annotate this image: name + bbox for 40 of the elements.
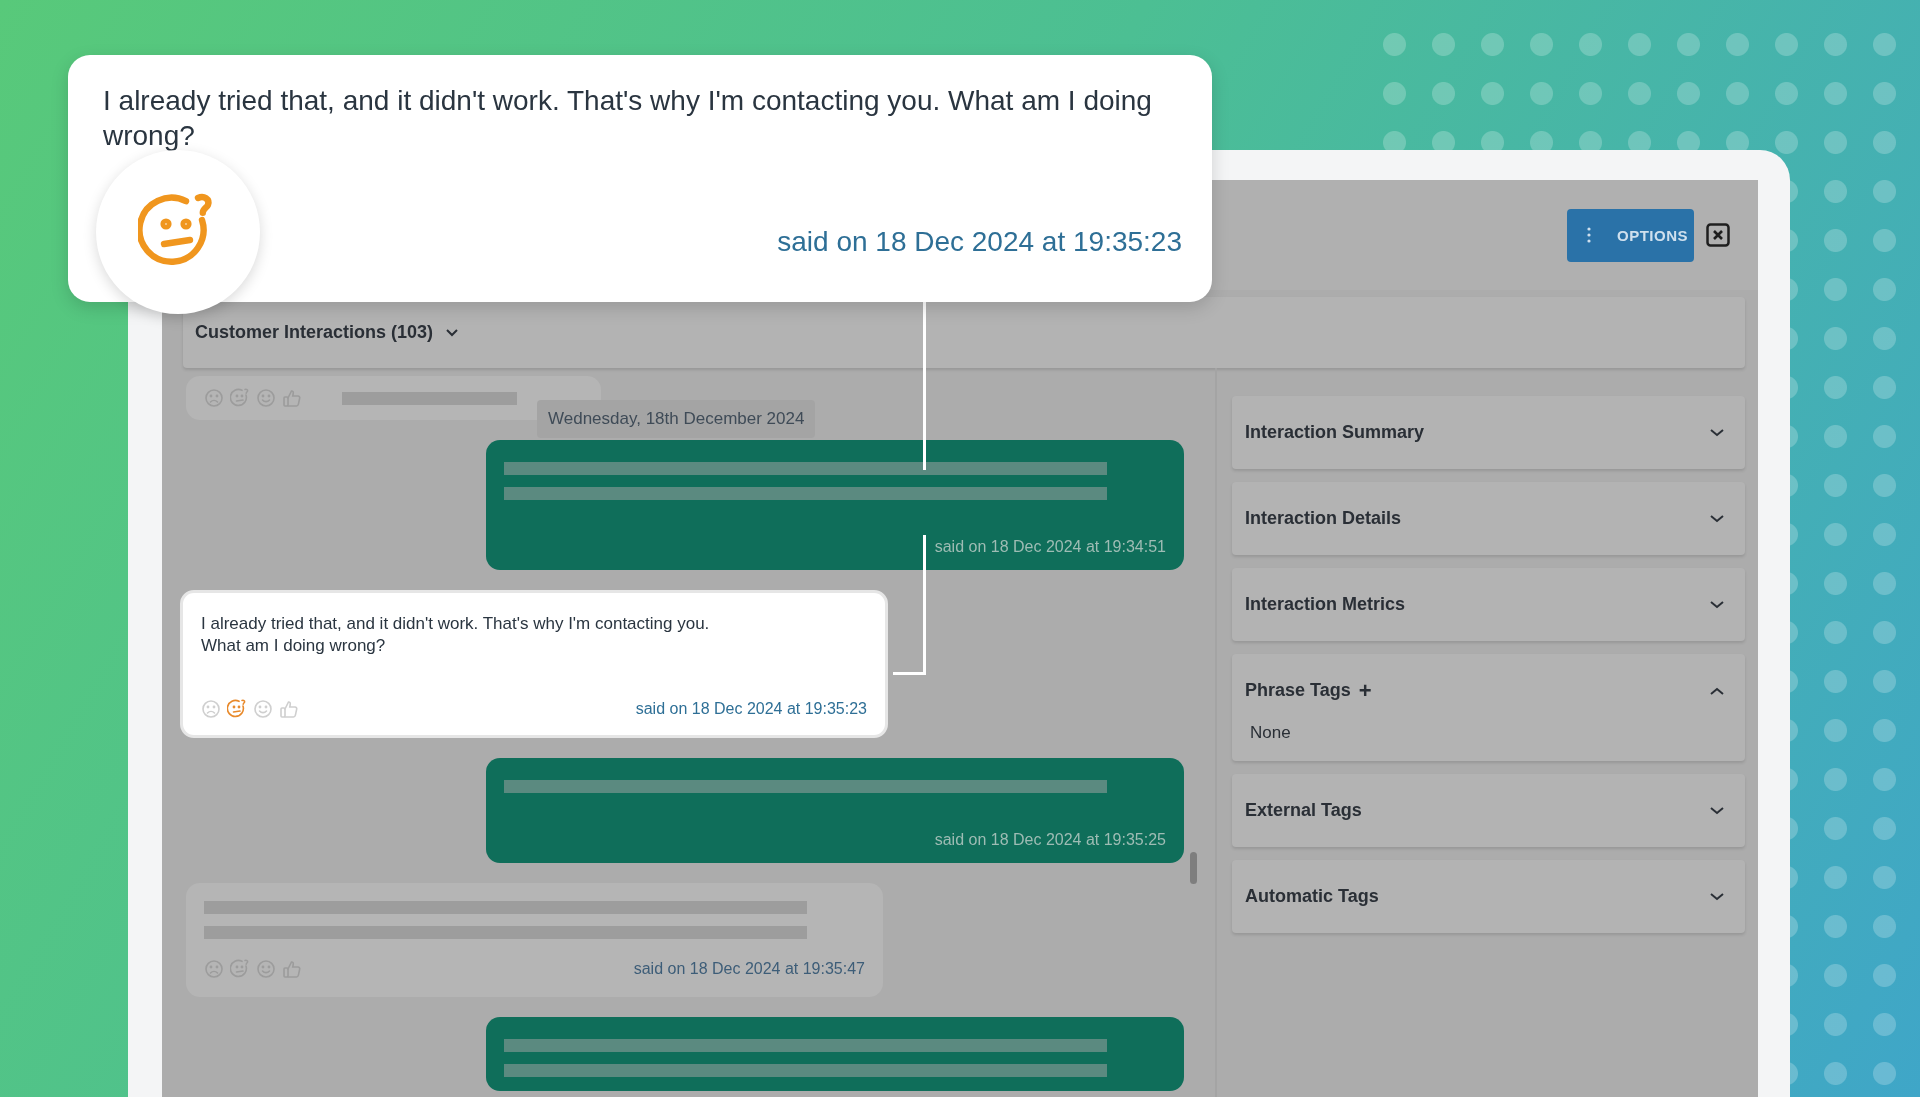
section-title[interactable]: Phrase Tags <box>1245 680 1351 701</box>
frown-icon[interactable] <box>204 959 224 979</box>
message-timestamp: said on 18 Dec 2024 at 19:35:47 <box>633 960 865 978</box>
thumbs-up-icon[interactable] <box>282 959 302 979</box>
scrollbar-thumb[interactable] <box>1190 852 1197 884</box>
section-title[interactable]: Interaction Details <box>1245 508 1402 529</box>
smile-icon[interactable] <box>256 388 276 408</box>
interactions-dropdown[interactable]: Customer Interactions (103) <box>195 322 460 343</box>
message-text: I already tried that, and it didn't work. That's why I'm contacting you. What am I doing wrong? <box>201 613 711 658</box>
frown-icon[interactable] <box>204 388 224 408</box>
chevron-down-icon <box>445 327 460 338</box>
section-title[interactable]: Interaction Metrics <box>1245 594 1406 615</box>
date-chip: Wednesday, 18th December 2024 <box>537 400 816 438</box>
confused-icon[interactable] <box>230 959 250 979</box>
message-timestamp: said on 18 Dec 2024 at 19:34:51 <box>934 538 1166 556</box>
options-button[interactable]: OPTIONS <box>1567 208 1694 262</box>
smile-icon[interactable] <box>256 959 276 979</box>
chevron-down-icon[interactable] <box>1709 891 1725 902</box>
section-title[interactable]: Automatic Tags <box>1245 886 1379 907</box>
thumbs-up-icon[interactable] <box>282 388 302 408</box>
more-icon <box>1587 227 1591 243</box>
chevron-down-icon[interactable] <box>1709 513 1725 524</box>
chevron-down-icon[interactable] <box>1709 599 1725 610</box>
add-tag-button[interactable]: + <box>1358 677 1372 704</box>
frown-icon[interactable] <box>201 699 221 719</box>
section-content: None <box>1249 723 1292 744</box>
message-timestamp: said on 18 Dec 2024 at 19:35:25 <box>934 831 1166 849</box>
chevron-down-icon[interactable] <box>1709 805 1725 816</box>
section-title[interactable]: Interaction Summary <box>1245 422 1425 443</box>
smile-icon[interactable] <box>253 699 273 719</box>
thumbs-up-icon[interactable] <box>279 699 299 719</box>
confused-icon[interactable] <box>227 699 247 719</box>
close-icon[interactable] <box>1706 223 1730 247</box>
chevron-down-icon[interactable] <box>1709 427 1725 438</box>
callout-timestamp: said on 18 Dec 2024 at 19:35:23 <box>777 226 1182 258</box>
chevron-up-icon[interactable] <box>1709 685 1725 696</box>
confused-icon[interactable] <box>230 388 250 408</box>
section-title[interactable]: External Tags <box>1245 800 1362 821</box>
message-timestamp: said on 18 Dec 2024 at 19:35:23 <box>635 700 867 718</box>
callout-text: I already tried that, and it didn't work. That's why I'm contacting you. What am I doing wrong? <box>103 84 1153 153</box>
